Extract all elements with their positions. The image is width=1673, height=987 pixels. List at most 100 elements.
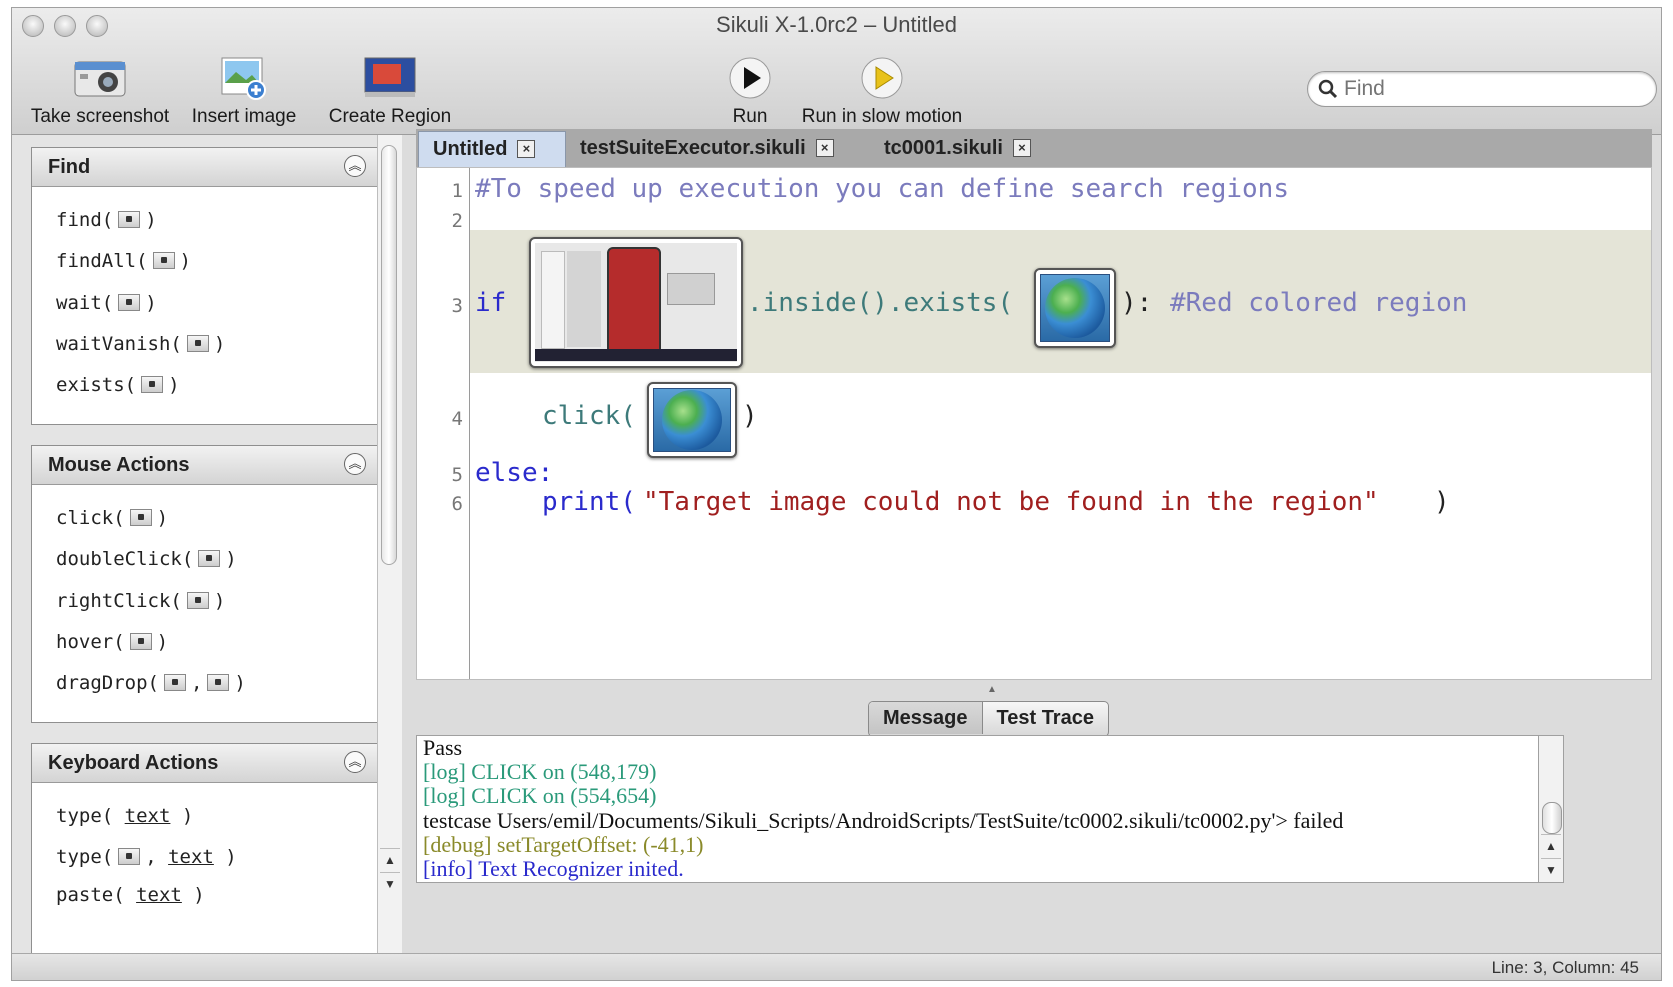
code-comment: #To speed up execution you can define se… bbox=[475, 174, 1289, 204]
tab-label: Untitled bbox=[433, 138, 508, 160]
cmd-findall[interactable]: findAll() bbox=[56, 250, 191, 272]
insert-image-label: Insert image bbox=[191, 106, 297, 127]
region-icon bbox=[363, 56, 417, 100]
cmd-label: find( bbox=[56, 209, 114, 231]
capture-icon bbox=[129, 633, 152, 650]
collapse-icon[interactable]: ︽ bbox=[344, 155, 366, 177]
tab-untitled[interactable]: Untitled × bbox=[418, 131, 566, 167]
cmd-find[interactable]: find() bbox=[56, 209, 157, 231]
code-close-paren: ) bbox=[1434, 487, 1450, 517]
cmd-paste[interactable]: paste( text ) bbox=[56, 884, 205, 906]
capture-icon bbox=[152, 252, 175, 269]
console-line: [log] CLICK on (548,179) bbox=[423, 759, 657, 784]
search-input[interactable] bbox=[1342, 76, 1646, 102]
search-field[interactable] bbox=[1307, 71, 1657, 107]
mouse-actions-panel: Mouse Actions ︽ click() doubleClick() ri… bbox=[31, 445, 381, 723]
collapse-icon[interactable]: ︽ bbox=[344, 453, 366, 475]
run-slow-motion-button[interactable]: Run in slow motion bbox=[792, 56, 972, 128]
region-screenshot-thumbnail[interactable] bbox=[529, 237, 743, 368]
cmd-exists[interactable]: exists() bbox=[56, 374, 180, 396]
play-icon bbox=[728, 56, 772, 100]
capture-icon bbox=[186, 335, 209, 352]
text-arg: text bbox=[136, 884, 182, 906]
capture-icon bbox=[163, 674, 186, 691]
console-line: [log] CLICK on (554,654) bbox=[423, 783, 657, 808]
globe-icon bbox=[653, 388, 731, 452]
code-method-chain: .inside().exists( bbox=[747, 288, 1014, 318]
close-tab-icon[interactable]: × bbox=[815, 139, 834, 157]
cmd-dragdrop[interactable]: dragDrop(,) bbox=[56, 672, 246, 694]
console-line: [info] Text Recognizer inited. bbox=[423, 856, 684, 881]
scroll-up-icon[interactable]: ▲ bbox=[380, 848, 400, 871]
tab-testsuiteexecutor[interactable]: testSuiteExecutor.sikuli × bbox=[566, 131, 856, 167]
cmd-waitvanish[interactable]: waitVanish() bbox=[56, 333, 225, 355]
tab-message[interactable]: Message bbox=[869, 702, 983, 734]
camera-icon bbox=[72, 56, 128, 100]
code-close-paren: ): bbox=[1121, 288, 1153, 318]
code-keyword-if: if bbox=[475, 288, 507, 318]
cmd-doubleclick[interactable]: doubleClick() bbox=[56, 548, 237, 570]
insert-image-button[interactable]: Insert image bbox=[184, 56, 304, 128]
title-toolbar: Sikuli X-1.0rc2 – Untitled Take screensh… bbox=[12, 8, 1661, 135]
console-scrollbar[interactable]: ▲ ▼ bbox=[1538, 735, 1564, 883]
code-comment-region: #Red colored region bbox=[1170, 288, 1468, 318]
find-panel-title: Find bbox=[48, 156, 91, 178]
take-screenshot-button[interactable]: Take screenshot bbox=[30, 56, 170, 128]
create-region-button[interactable]: Create Region bbox=[328, 56, 452, 128]
cmd-label: type( bbox=[56, 805, 114, 827]
close-tab-icon[interactable]: × bbox=[1012, 139, 1031, 157]
screenshot-image bbox=[535, 243, 737, 362]
scroll-down-icon[interactable]: ▼ bbox=[380, 872, 400, 895]
find-panel-header[interactable]: Find ︽ bbox=[32, 148, 380, 187]
cmd-type-image[interactable]: type(, text ) bbox=[56, 846, 237, 868]
text-arg: text bbox=[124, 805, 171, 827]
cmd-label: findAll( bbox=[56, 250, 148, 272]
keyboard-actions-panel: Keyboard Actions ︽ type( text ) type(, t… bbox=[31, 743, 381, 955]
collapse-icon[interactable]: ︽ bbox=[344, 751, 366, 773]
scroll-down-icon[interactable]: ▼ bbox=[1541, 858, 1561, 881]
tab-label: testSuiteExecutor.sikuli bbox=[580, 137, 806, 159]
scroll-thumb[interactable] bbox=[1542, 802, 1562, 834]
code-print-call: print( bbox=[542, 487, 636, 517]
code-keyword-else: else: bbox=[475, 458, 554, 488]
code-string: "Target image could not be found in the … bbox=[643, 487, 1379, 517]
cmd-type[interactable]: type( text ) bbox=[56, 805, 193, 827]
cmd-hover[interactable]: hover() bbox=[56, 631, 168, 653]
scroll-up-icon[interactable]: ▲ bbox=[1541, 834, 1561, 857]
cmd-rightclick[interactable]: rightClick() bbox=[56, 590, 225, 612]
cmd-label: type( bbox=[56, 846, 114, 868]
tab-tc0001[interactable]: tc0001.sikuli × bbox=[870, 131, 1070, 167]
close-tab-icon[interactable]: × bbox=[517, 140, 536, 158]
line-number: 3 bbox=[451, 295, 463, 317]
globe-pattern-image[interactable] bbox=[1034, 268, 1116, 348]
splitter-handle[interactable]: ▲ bbox=[987, 684, 997, 695]
run-button[interactable]: Run bbox=[720, 56, 780, 128]
capture-icon bbox=[118, 848, 141, 865]
line-number: 1 bbox=[451, 180, 463, 202]
sidebar-scrollbar[interactable]: ▲ ▼ bbox=[377, 135, 402, 955]
capture-icon bbox=[186, 592, 209, 609]
cmd-click[interactable]: click() bbox=[56, 507, 168, 529]
code-click-call: click( bbox=[542, 401, 636, 431]
mouse-panel-header[interactable]: Mouse Actions ︽ bbox=[32, 446, 380, 485]
cmd-label: dragDrop( bbox=[56, 672, 159, 694]
cmd-label: waitVanish( bbox=[56, 333, 182, 355]
capture-icon bbox=[118, 294, 141, 311]
console-tabs: Message Test Trace bbox=[868, 701, 1109, 737]
console-line: testcase Users/emil/Documents/Sikuli_Scr… bbox=[423, 808, 1344, 833]
take-screenshot-label: Take screenshot bbox=[30, 106, 170, 127]
scroll-thumb[interactable] bbox=[381, 145, 397, 565]
cmd-wait[interactable]: wait() bbox=[56, 292, 157, 314]
console-output: Pass [log] CLICK on (548,179) [log] CLIC… bbox=[416, 735, 1564, 883]
editor-tabs: Untitled × testSuiteExecutor.sikuli × tc00… bbox=[416, 129, 1652, 168]
cmd-label: paste( bbox=[56, 884, 125, 906]
cmd-label: rightClick( bbox=[56, 590, 182, 612]
globe-pattern-image[interactable] bbox=[647, 382, 737, 458]
search-icon bbox=[1318, 79, 1338, 99]
keyboard-panel-title: Keyboard Actions bbox=[48, 752, 219, 774]
status-bar: Line: 3, Column: 45 bbox=[12, 953, 1661, 980]
keyboard-panel-header[interactable]: Keyboard Actions ︽ bbox=[32, 744, 380, 783]
tab-test-trace[interactable]: Test Trace bbox=[983, 702, 1108, 734]
code-close-paren: ) bbox=[742, 401, 758, 431]
code-editor[interactable]: 1 2 3 4 5 6 #To speed up execution you c… bbox=[416, 167, 1652, 680]
